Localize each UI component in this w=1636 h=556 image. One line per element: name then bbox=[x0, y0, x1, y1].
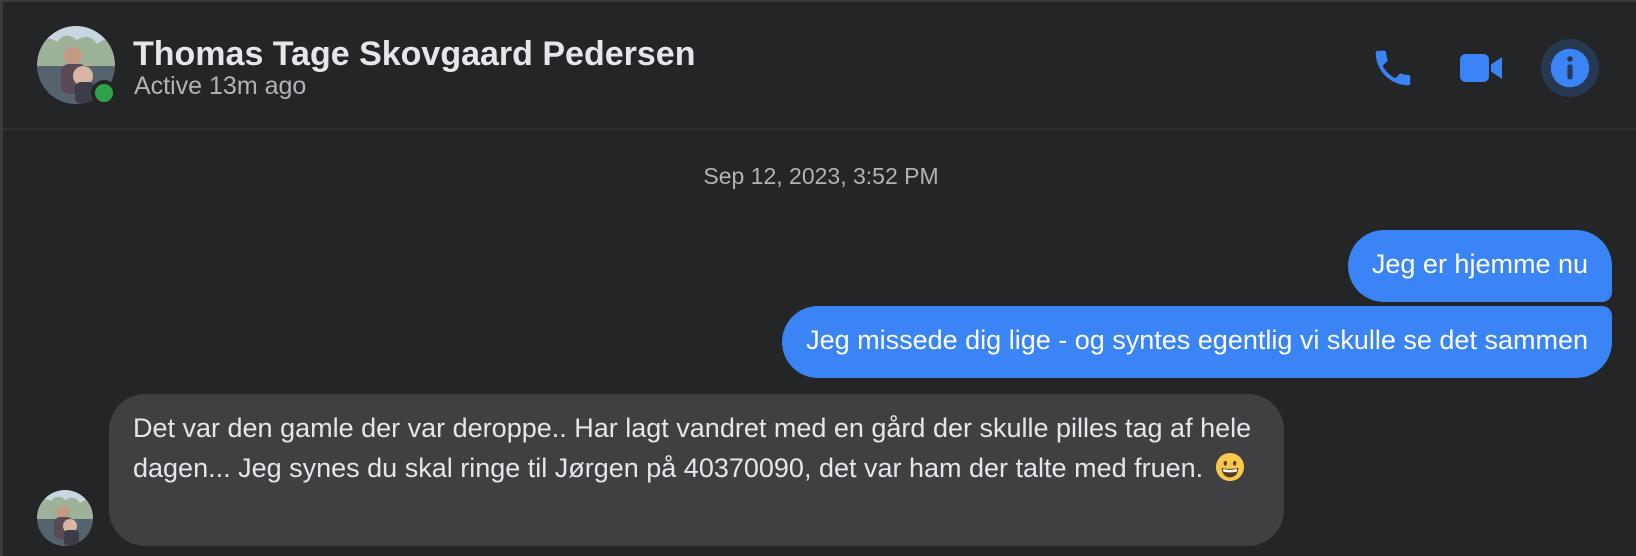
chat-window: Thomas Tage Skovgaard Pedersen Active 13… bbox=[0, 0, 1636, 556]
video-camera-icon bbox=[1460, 54, 1502, 82]
sender-avatar[interactable] bbox=[37, 490, 93, 546]
audio-call-button[interactable] bbox=[1365, 40, 1421, 96]
online-status-dot bbox=[91, 80, 117, 106]
incoming-message-text: Det var den gamle der var deroppe.. Har … bbox=[133, 413, 1252, 483]
outgoing-message[interactable]: Jeg er hjemme nu bbox=[1347, 230, 1612, 302]
contact-name[interactable]: Thomas Tage Skovgaard Pedersen bbox=[133, 35, 695, 74]
message-timestamp: Sep 12, 2023, 3:52 PM bbox=[703, 163, 939, 189]
active-status: Active 13m ago bbox=[134, 72, 307, 100]
contact-avatar-wrap[interactable] bbox=[37, 26, 117, 106]
info-icon bbox=[1550, 48, 1590, 88]
outgoing-message[interactable]: Jeg missede dig lige - og syntes egentli… bbox=[782, 306, 1612, 378]
chat-header: Thomas Tage Skovgaard Pedersen Active 13… bbox=[3, 2, 1636, 130]
grinning-face-emoji-icon bbox=[1215, 452, 1244, 482]
conversation-info-button[interactable] bbox=[1541, 39, 1599, 97]
incoming-message[interactable]: Det var den gamle der var deroppe.. Har … bbox=[109, 394, 1284, 546]
video-call-button[interactable] bbox=[1453, 40, 1509, 96]
phone-icon bbox=[1375, 50, 1411, 86]
